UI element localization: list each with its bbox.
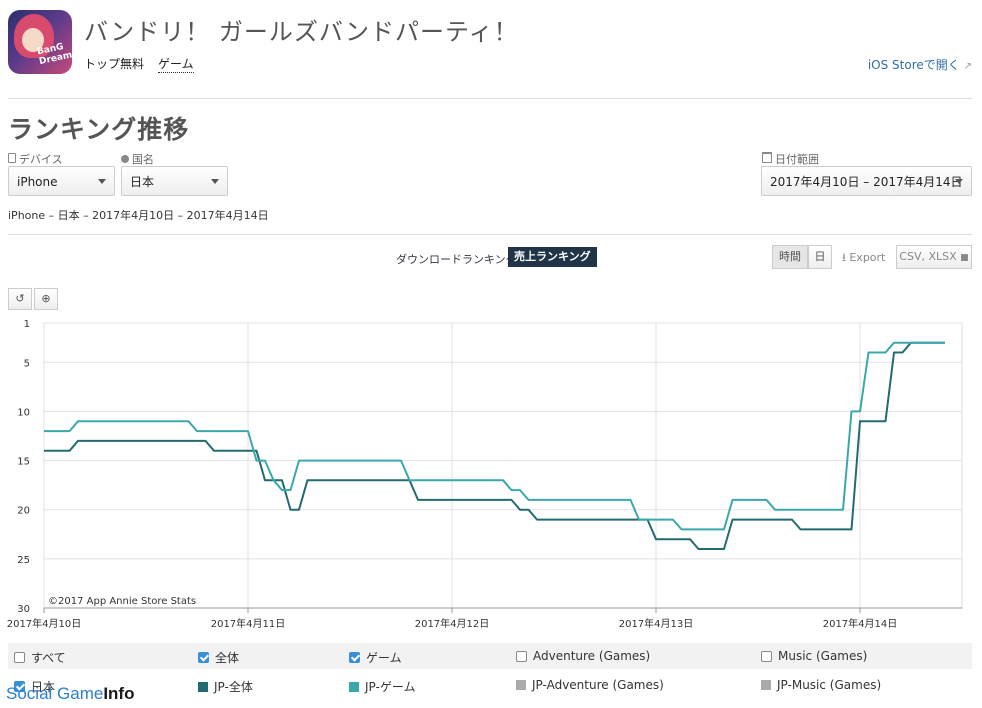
legend-overall[interactable]: 全体 [198, 649, 239, 666]
device-icon [8, 153, 16, 163]
chart-series [44, 341, 945, 550]
external-link-icon: ↗ [963, 61, 972, 72]
country-select[interactable]: 日本 [121, 166, 228, 196]
app-title: バンドリ！ ガールズバンドパーティ！ [84, 18, 519, 46]
legend-series-jp-game[interactable]: JP-ゲーム [349, 678, 415, 695]
category-top-free[interactable]: トップ無料 [84, 55, 144, 72]
legend-series-jp-overall[interactable]: JP-全体 [198, 678, 253, 695]
csv-export-label: CSV, XLSX [899, 250, 957, 263]
tab-sales-ranking[interactable]: 売上ランキング [508, 247, 597, 267]
category-game[interactable]: ゲーム [158, 55, 194, 73]
country-select-value: 日本 [130, 175, 155, 189]
lock-icon: ■ [960, 253, 969, 263]
x-axis: 2017年4月10日 2017年4月11日 2017年4月12日 2017年4月13日… [7, 617, 898, 630]
date-range-label: 日付範囲 [762, 151, 819, 167]
hourly-button[interactable]: 時間 [772, 245, 808, 269]
country-label: 国名 [121, 151, 154, 167]
y-tick-label: 25 [17, 555, 30, 566]
x-tick-label: 2017年4月14日 [823, 617, 898, 630]
daily-button[interactable]: 日 [808, 245, 832, 269]
date-range-value: 2017年4月10日 – 2017年4月14日 [770, 175, 963, 189]
plot-frame [43, 322, 963, 609]
y-tick-label: 30 [17, 604, 30, 615]
series-line-jp-game [44, 341, 945, 531]
export-text: Export [849, 251, 886, 264]
y-tick-label: 20 [17, 506, 30, 517]
y-tick-label: 15 [17, 457, 30, 468]
globe-icon [121, 155, 129, 163]
legend-all[interactable]: すべて [14, 649, 66, 666]
watermark-part2: Info [103, 684, 135, 703]
device-label: デバイス [8, 151, 63, 167]
chevron-down-icon [98, 179, 106, 184]
y-tick-label: 10 [17, 407, 30, 418]
x-tick-label: 2017年4月11日 [211, 617, 286, 630]
chevron-down-icon [211, 179, 219, 184]
tab-download-ranking[interactable]: ダウンロードランキング [396, 251, 517, 267]
app-icon: BanG Dream! [8, 10, 72, 74]
zoom-icon: ⊕ [41, 292, 51, 305]
legend-game[interactable]: ゲーム [349, 649, 402, 666]
y-tick-label: 1 [24, 319, 30, 330]
filter-divider [8, 234, 972, 235]
swatch-jp-game [349, 681, 359, 692]
swatch-jp-adventure [516, 680, 526, 690]
x-tick-label: 2017年4月12日 [415, 617, 490, 630]
csv-export-button[interactable]: CSV, XLSX ■ [896, 245, 972, 269]
device-select-value: iPhone [17, 175, 58, 189]
date-range-select[interactable]: 2017年4月10日 – 2017年4月14日 [761, 166, 972, 196]
y-tick-label: 5 [24, 358, 30, 369]
checkbox-game[interactable] [349, 652, 360, 663]
x-tick-label: 2017年4月13日 [619, 617, 694, 630]
download-icon: ⭳ [842, 251, 846, 264]
zoom-button[interactable]: ⊕ [34, 288, 58, 310]
undo-icon: ↺ [15, 292, 25, 305]
checkbox-music[interactable] [761, 650, 772, 662]
legend-music[interactable]: Music (Games) [761, 649, 867, 663]
section-title: ランキング推移 [8, 115, 190, 144]
export-label[interactable]: ⭳ Export [842, 249, 885, 268]
watermark-part1: Social Game [6, 684, 104, 703]
header-divider [8, 98, 972, 99]
filter-summary: iPhone – 日本 – 2017年4月10日 – 2017年4月14日 [8, 209, 269, 222]
reset-zoom-button[interactable]: ↺ [8, 288, 32, 310]
ranking-chart: 151015202530 2017年4月10日 2017年4月11日 2017年4月… [7, 319, 963, 630]
swatch-jp-overall [198, 681, 208, 692]
checkbox-all[interactable] [14, 652, 25, 663]
swatch-jp-music [761, 680, 771, 690]
ios-store-link-label: iOS Storeで開く [867, 58, 960, 72]
legend-adventure[interactable]: Adventure (Games) [516, 649, 650, 663]
ios-store-link[interactable]: iOS Storeで開く ↗ [868, 56, 972, 73]
chart-copyright: ©2017 App Annie Store Stats [48, 596, 196, 607]
checkbox-adventure[interactable] [516, 650, 527, 662]
calendar-icon [762, 152, 772, 163]
chevron-down-icon [955, 179, 963, 184]
device-select[interactable]: iPhone [8, 166, 115, 196]
x-tick-label: 2017年4月10日 [7, 617, 82, 630]
y-axis: 151015202530 [17, 319, 30, 615]
series-line-jp-overall [44, 341, 945, 550]
chart-grid [43, 322, 963, 613]
checkbox-overall[interactable] [198, 652, 209, 663]
legend-series-jp-adventure[interactable]: JP-Adventure (Games) [516, 678, 664, 692]
legend-series-jp-music[interactable]: JP-Music (Games) [761, 678, 881, 692]
watermark: Social GameInfo [6, 684, 134, 704]
